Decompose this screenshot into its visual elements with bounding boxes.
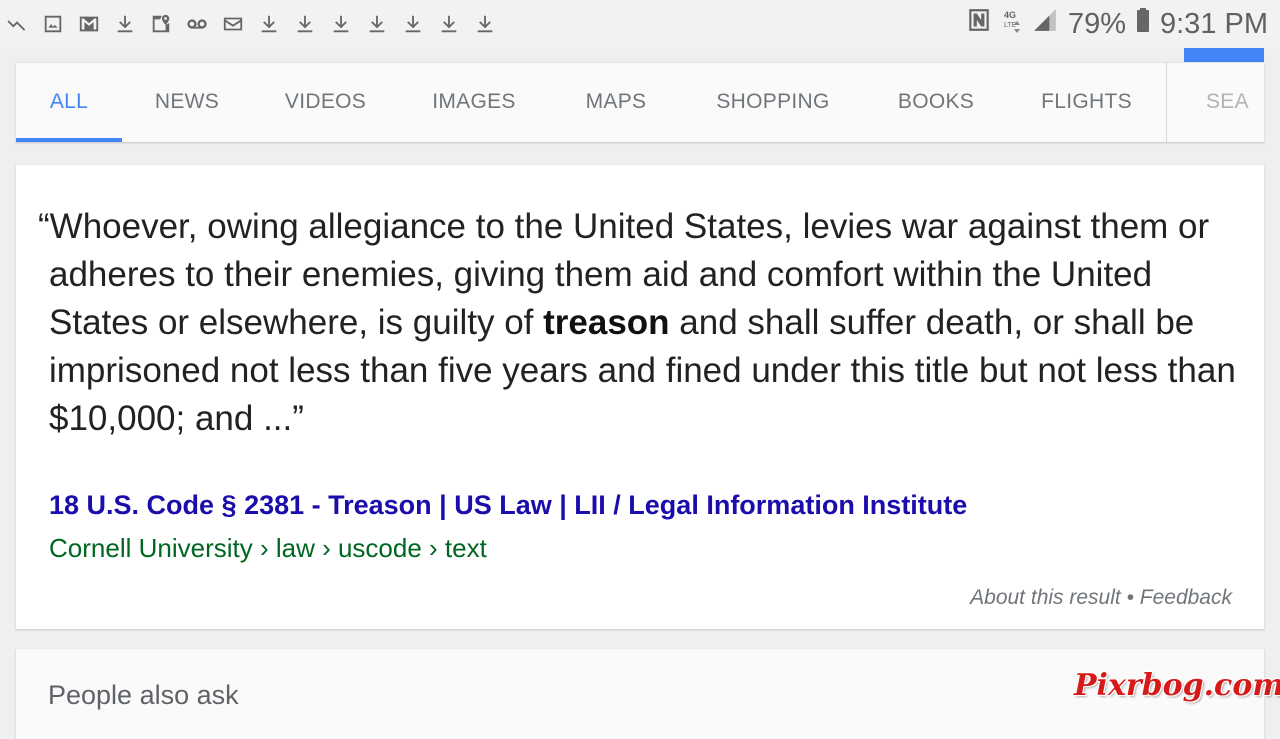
download-icon [114, 13, 136, 35]
svg-text:4G: 4G [1004, 10, 1016, 20]
image-icon [42, 13, 64, 35]
download-icon [438, 13, 460, 35]
status-bar: 4G LTE 79% 9:31 PM [0, 0, 1280, 48]
tab-news[interactable]: NEWS [122, 62, 252, 142]
tab-books[interactable]: BOOKS [863, 62, 1009, 142]
notification-icons [6, 13, 496, 35]
svg-text:LTE: LTE [1004, 22, 1017, 29]
tab-all[interactable]: ALL [16, 62, 122, 142]
tab-flights[interactable]: FLIGHTS [1009, 62, 1164, 142]
watermark-logo: Pixrbog.com [1074, 668, 1280, 703]
download-icon [330, 13, 352, 35]
footer-separator: • [1120, 586, 1140, 609]
battery-percent: 79% [1067, 7, 1126, 40]
4g-lte-icon: 4G LTE [1002, 7, 1022, 41]
featured-snippet-card: “Whoever, owing allegiance to the United… [16, 165, 1264, 629]
nfc-icon [966, 7, 992, 41]
email-icon [222, 13, 244, 35]
people-also-ask-title: People also ask [48, 680, 239, 710]
tab-images[interactable]: IMAGES [399, 62, 549, 142]
feedback-link[interactable]: Feedback [1140, 586, 1232, 609]
snippet-quote: “Whoever, owing allegiance to the United… [38, 203, 1248, 443]
clock: 9:31 PM [1160, 7, 1268, 40]
result-title-link[interactable]: 18 U.S. Code § 2381 - Treason | US Law |… [49, 490, 967, 521]
tab-maps[interactable]: MAPS [549, 62, 683, 142]
about-result-link[interactable]: About this result [970, 586, 1121, 609]
result-breadcrumb: Cornell University › law › uscode › text [49, 533, 487, 563]
battery-icon [1136, 7, 1150, 41]
gmail-icon [78, 13, 100, 35]
search-bar-edge [1184, 48, 1264, 63]
signal-icon [1032, 7, 1058, 41]
download-icon [474, 13, 496, 35]
search-tabs: ALL NEWS VIDEOS IMAGES MAPS SHOPPING BOO… [16, 62, 1264, 142]
tab-search-tools[interactable]: SEA [1206, 62, 1264, 142]
result-footer: About this result • Feedback [970, 586, 1232, 610]
quote-keyword: treason [543, 303, 670, 342]
voicemail-icon [186, 13, 208, 35]
download-icon [366, 13, 388, 35]
download-icon [258, 13, 280, 35]
maps-icon [150, 13, 172, 35]
tab-shopping[interactable]: SHOPPING [683, 62, 863, 142]
missed-call-icon [6, 13, 28, 35]
system-status: 4G LTE 79% 9:31 PM [966, 7, 1268, 41]
download-icon [294, 13, 316, 35]
tab-videos[interactable]: VIDEOS [252, 62, 399, 142]
download-icon [402, 13, 424, 35]
tab-divider [1166, 62, 1167, 142]
